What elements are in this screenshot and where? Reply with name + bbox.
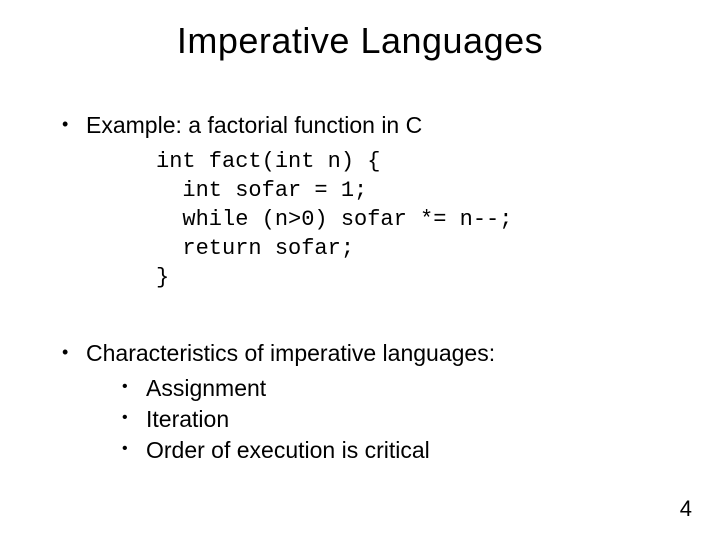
code-block: int fact(int n) { int sofar = 1; while (…	[156, 147, 670, 292]
sub-bullet-list: Assignment Iteration Order of execution …	[86, 373, 670, 466]
bullet-text: Example: a factorial function in C	[86, 112, 422, 138]
sub-bullet-item: Assignment	[122, 373, 670, 404]
slide-title: Imperative Languages	[0, 20, 720, 62]
page-number: 4	[680, 496, 692, 522]
bullet-list: Example: a factorial function in C int f…	[62, 110, 670, 292]
bullet-item: Characteristics of imperative languages:…	[62, 338, 670, 466]
sub-bullet-item: Order of execution is critical	[122, 435, 670, 466]
sub-bullet-item: Iteration	[122, 404, 670, 435]
spacer	[62, 310, 670, 338]
slide: Imperative Languages Example: a factoria…	[0, 0, 720, 540]
bullet-item: Example: a factorial function in C int f…	[62, 110, 670, 292]
slide-body: Example: a factorial function in C int f…	[62, 110, 670, 484]
bullet-list: Characteristics of imperative languages:…	[62, 338, 670, 466]
bullet-text: Characteristics of imperative languages:	[86, 340, 495, 366]
